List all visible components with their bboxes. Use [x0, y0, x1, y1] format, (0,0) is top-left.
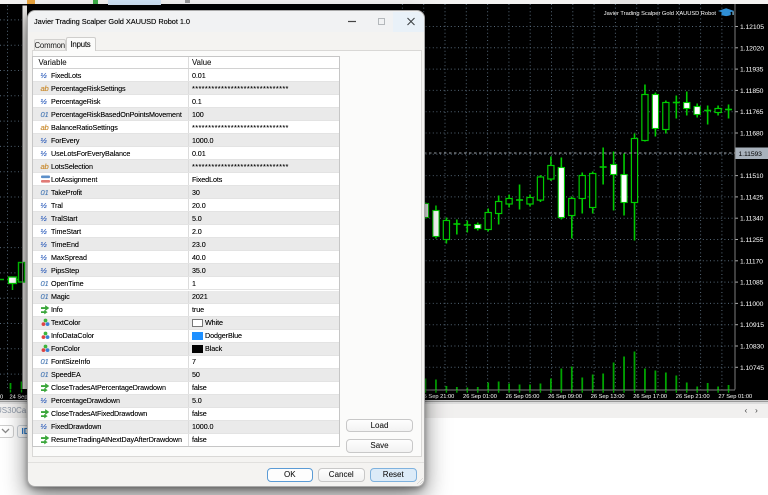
svg-text:1.12105: 1.12105	[740, 24, 764, 31]
svg-text:1.11000: 1.11000	[740, 300, 764, 307]
svg-text:26 Sep 21:00: 26 Sep 21:00	[676, 394, 710, 400]
svg-text:1.11765: 1.11765	[740, 109, 764, 116]
svg-text:1.11850: 1.11850	[740, 87, 764, 94]
svg-text:Javier Trading Scalper Gold XA: Javier Trading Scalper Gold XAUUSD Robot	[604, 11, 717, 17]
svg-text:1.11680: 1.11680	[740, 130, 764, 137]
svg-text:27 Sep 01:00: 27 Sep 01:00	[718, 394, 752, 400]
svg-text:26 Sep 01:00: 26 Sep 01:00	[463, 394, 497, 400]
svg-text:1.11255: 1.11255	[740, 237, 764, 244]
svg-text:1.11170: 1.11170	[740, 258, 763, 265]
svg-text:1.11085: 1.11085	[740, 279, 764, 286]
svg-text:26 Sep 13:00: 26 Sep 13:00	[591, 394, 625, 400]
svg-text:26 Sep 17:00: 26 Sep 17:00	[633, 394, 667, 400]
svg-text:1.11935: 1.11935	[740, 66, 764, 73]
svg-text:1.10830: 1.10830	[740, 343, 764, 350]
svg-text:26 Sep 09:00: 26 Sep 09:00	[548, 394, 582, 400]
svg-text:1.10745: 1.10745	[740, 364, 764, 371]
svg-text:1.11425: 1.11425	[740, 194, 764, 201]
svg-text:26 Sep 05:00: 26 Sep 05:00	[506, 394, 540, 400]
svg-text:1.11593: 1.11593	[739, 151, 763, 158]
svg-text:1.11510: 1.11510	[740, 173, 764, 180]
svg-text:1.11340: 1.11340	[740, 215, 764, 222]
svg-text:0 24 Sep: 0 24 Sep	[0, 394, 27, 400]
svg-text:1.10915: 1.10915	[740, 322, 764, 329]
svg-text:1.12020: 1.12020	[740, 45, 764, 52]
svg-text:25 Sep 21:00: 25 Sep 21:00	[421, 394, 455, 400]
